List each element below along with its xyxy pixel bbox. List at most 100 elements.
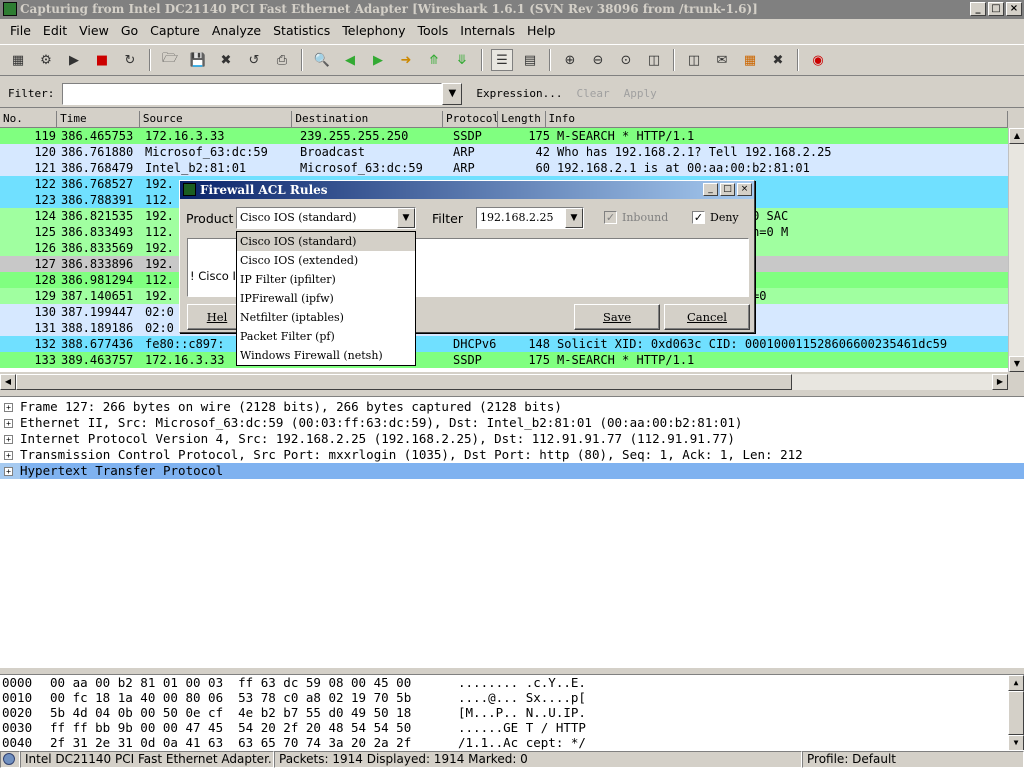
close-file-icon[interactable]: ✖ [215,49,237,71]
packet-row[interactable]: 121 386.768479 Intel_b2:81:01 Microsof_63:d… [0,160,1008,176]
packet-row[interactable]: 119 386.465753 172.16.3.33 239.255.255.250 S… [0,128,1008,144]
zoom-out-icon[interactable]: ⊖ [587,49,609,71]
first-packet-icon[interactable]: ⤊ [423,49,445,71]
menu-view[interactable]: View [73,21,115,41]
column-header-length[interactable]: Length [498,111,546,127]
scroll-up-button[interactable]: ▲ [1009,128,1024,144]
filter-input[interactable] [62,82,443,105]
chevron-down-icon[interactable]: ▼ [565,208,583,228]
display-filters-icon[interactable]: ✉ [711,49,733,71]
chevron-down-icon[interactable]: ▼ [397,208,415,228]
packet-row[interactable]: 132 388.677436 fe80::c897: DHCPv6 148 Solicit… [0,336,1008,352]
expand-icon[interactable]: + [4,402,13,412]
menu-internals[interactable]: Internals [454,21,521,41]
scroll-down-button[interactable]: ▼ [1008,735,1024,750]
filter-dropdown-button[interactable]: ▼ [442,82,463,105]
colorize-icon[interactable]: ☰ [491,49,513,71]
detail-row-ethernet[interactable]: + Ethernet II, Src: Microsof_63:dc:59 (00… [0,415,1024,431]
hex-vscrollbar[interactable]: ▲ ▼ [1008,675,1024,750]
apply-button[interactable]: Apply [624,87,657,100]
detail-row-tcp[interactable]: + Transmission Control Protocol, Src Port… [0,447,1024,463]
detail-row-ip[interactable]: + Internet Protocol Version 4, Src: 192.1… [0,431,1024,447]
scroll-right-button[interactable]: ▶ [992,374,1008,390]
menu-analyze[interactable]: Analyze [206,21,267,41]
menu-edit[interactable]: Edit [37,21,73,41]
menu-tools[interactable]: Tools [411,21,454,41]
menu-capture[interactable]: Capture [144,21,206,41]
hex-row[interactable]: 0010 00 fc 18 1a 40 00 80 06 53 78 c0 a8 … [0,690,1024,705]
menu-telephony[interactable]: Telephony [336,21,411,41]
dialog-maximize-button[interactable]: □ [720,183,735,196]
close-button[interactable]: × [1006,2,1022,16]
print-icon[interactable]: ⎙ [271,49,293,71]
menu-file[interactable]: File [4,21,37,41]
packet-row[interactable]: 120 386.761880 Microsof_63:dc:59 Broadcast A… [0,144,1008,160]
menu-statistics[interactable]: Statistics [267,21,336,41]
status-profile[interactable]: Profile: Default [802,751,1024,768]
expand-icon[interactable]: + [4,466,13,476]
save-file-icon[interactable]: 💾 [187,49,209,71]
restart-capture-icon[interactable]: ↻ [119,49,141,71]
product-option[interactable]: Cisco IOS (standard) [237,232,415,251]
product-option[interactable]: IPFirewall (ipfw) [237,289,415,308]
product-option[interactable]: Windows Firewall (netsh) [237,346,415,365]
column-header-protocol[interactable]: Protocol [443,111,499,127]
normal-size-icon[interactable]: ⊙ [615,49,637,71]
dialog-close-button[interactable]: × [737,183,752,196]
hex-scroll-thumb[interactable] [1008,691,1024,735]
last-packet-icon[interactable]: ⤋ [451,49,473,71]
packet-list-vscrollbar[interactable]: ▲ ▼ [1008,128,1024,372]
column-header-time[interactable]: Time [57,111,140,127]
inbound-checkbox[interactable]: ✓ Inbound [604,211,668,224]
minimize-button[interactable]: _ [970,2,986,16]
help-icon[interactable]: ◉ [807,49,829,71]
product-option[interactable]: Packet Filter (pf) [237,327,415,346]
expand-icon[interactable]: + [4,418,13,428]
hscroll-thumb[interactable] [16,374,792,390]
maximize-button[interactable]: □ [988,2,1004,16]
column-header-info[interactable]: Info [546,111,1008,127]
expression-button[interactable]: Expression... [476,87,562,100]
menu-help[interactable]: Help [521,21,562,41]
zoom-in-icon[interactable]: ⊕ [559,49,581,71]
preferences-icon[interactable]: ✖ [767,49,789,71]
expand-icon[interactable]: + [4,450,13,460]
stop-capture-icon[interactable]: ■ [91,49,113,71]
packet-list-hscrollbar[interactable]: ◀ ▶ [0,374,1008,390]
product-option[interactable]: IP Filter (ipfilter) [237,270,415,289]
product-option[interactable]: Netfilter (iptables) [237,308,415,327]
hex-row[interactable]: 0040 2f 31 2e 31 0d 0a 41 63 63 65 70 74 … [0,735,1024,750]
resize-columns-icon[interactable]: ◫ [643,49,665,71]
filter-select[interactable]: 192.168.2.25 ▼ [476,207,584,229]
scroll-up-button[interactable]: ▲ [1008,675,1024,691]
scroll-left-button[interactable]: ◀ [0,374,16,390]
hex-row[interactable]: 0030 ff ff bb 9b 00 00 47 45 54 20 2f 20 … [0,720,1024,735]
interface-list-icon[interactable]: ▦ [7,49,29,71]
dialog-minimize-button[interactable]: _ [703,183,718,196]
detail-row-http[interactable]: + Hypertext Transfer Protocol [0,463,1024,479]
back-icon[interactable]: ◀ [339,49,361,71]
capture-filters-icon[interactable]: ◫ [683,49,705,71]
auto-scroll-icon[interactable]: ▤ [519,49,541,71]
column-header-source[interactable]: Source [140,111,293,127]
scroll-down-button[interactable]: ▼ [1009,356,1024,372]
product-select[interactable]: Cisco IOS (standard) ▼ [236,207,416,229]
column-header-destination[interactable]: Destination [292,111,444,127]
find-icon[interactable]: 🔍 [311,49,333,71]
open-file-icon[interactable]: 🗁 [159,49,181,71]
reload-icon[interactable]: ↺ [243,49,265,71]
detail-row-frame[interactable]: + Frame 127: 266 bytes on wire (2128 bits… [0,399,1024,415]
coloring-rules-icon[interactable]: ▦ [739,49,761,71]
expert-info-icon[interactable] [0,751,20,768]
product-option[interactable]: Cisco IOS (extended) [237,251,415,270]
hex-row[interactable]: 0020 5b 4d 04 0b 00 50 0e cf 4e b2 b7 55 … [0,705,1024,720]
start-capture-icon[interactable]: ▶ [63,49,85,71]
deny-checkbox[interactable]: ✓ Deny [692,211,739,224]
cancel-button[interactable]: Cancel [664,304,750,330]
goto-packet-icon[interactable]: ➜ [395,49,417,71]
packet-row[interactable]: 133389.463757172.16.3.33239.255.255.250S… [0,352,1008,368]
clear-button[interactable]: Clear [576,87,609,100]
expand-icon[interactable]: + [4,434,13,444]
save-button[interactable]: Save [574,304,660,330]
hex-row[interactable]: 0000 00 aa 00 b2 81 01 00 03 ff 63 dc 59 … [0,675,1024,690]
